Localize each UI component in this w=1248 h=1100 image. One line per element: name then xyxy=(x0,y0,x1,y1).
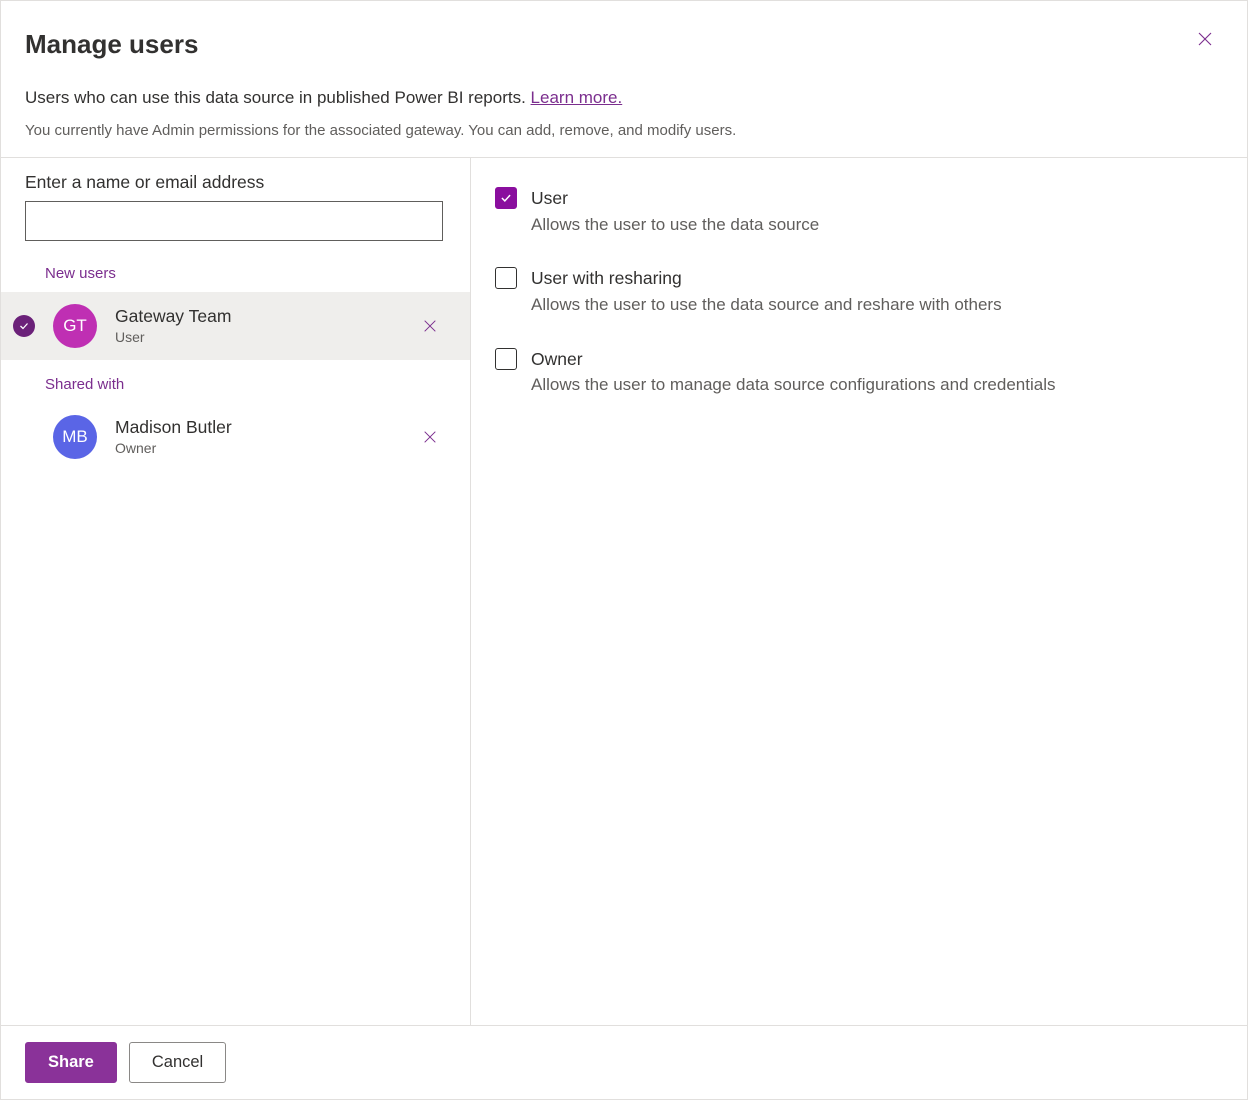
input-section: Enter a name or email address xyxy=(1,158,470,249)
role-option-user: User Allows the user to use the data sou… xyxy=(495,186,1223,236)
dialog-header: Manage users Users who can use this data… xyxy=(1,1,1247,158)
remove-user-button[interactable] xyxy=(414,310,446,342)
dialog-footer: Share Cancel xyxy=(1,1025,1247,1099)
name-input[interactable] xyxy=(25,201,443,241)
left-panel: Enter a name or email address New users … xyxy=(1,158,471,1025)
new-users-section-label: New users xyxy=(1,249,470,292)
user-role: User xyxy=(115,328,414,346)
user-row[interactable]: GT Gateway Team User xyxy=(1,292,470,360)
role-title: User with resharing xyxy=(531,266,1223,291)
user-info: Gateway Team User xyxy=(115,306,414,346)
role-text: Owner Allows the user to manage data sou… xyxy=(531,347,1223,397)
role-text: User Allows the user to use the data sou… xyxy=(531,186,1223,236)
close-icon xyxy=(422,318,438,334)
role-checkbox[interactable] xyxy=(495,348,517,370)
shared-with-section-label: Shared with xyxy=(1,360,470,403)
role-option-user-resharing: User with resharing Allows the user to u… xyxy=(495,266,1223,316)
role-title: User xyxy=(531,186,1223,211)
description-text: Users who can use this data source in pu… xyxy=(25,88,531,107)
right-panel: User Allows the user to use the data sou… xyxy=(471,158,1247,1025)
role-title: Owner xyxy=(531,347,1223,372)
role-description: Allows the user to manage data source co… xyxy=(531,373,1223,397)
user-info: Madison Butler Owner xyxy=(115,417,414,457)
dialog-body: Enter a name or email address New users … xyxy=(1,158,1247,1025)
name-input-label: Enter a name or email address xyxy=(25,172,446,193)
role-checkbox[interactable] xyxy=(495,267,517,289)
close-button[interactable] xyxy=(1189,23,1221,55)
role-description: Allows the user to use the data source a… xyxy=(531,293,1223,317)
close-icon xyxy=(1196,30,1214,48)
permission-note: You currently have Admin permissions for… xyxy=(25,122,1223,139)
check-icon xyxy=(499,191,513,205)
close-icon xyxy=(422,429,438,445)
remove-user-button[interactable] xyxy=(414,421,446,453)
dialog-description: Users who can use this data source in pu… xyxy=(25,88,1223,108)
selected-indicator xyxy=(13,315,35,337)
learn-more-link[interactable]: Learn more. xyxy=(531,88,623,107)
check-icon xyxy=(18,320,30,332)
share-button[interactable]: Share xyxy=(25,1042,117,1083)
role-option-owner: Owner Allows the user to manage data sou… xyxy=(495,347,1223,397)
avatar: GT xyxy=(53,304,97,348)
dialog-title: Manage users xyxy=(25,29,1223,60)
user-row[interactable]: MB Madison Butler Owner xyxy=(1,403,470,471)
user-name: Gateway Team xyxy=(115,306,414,328)
user-role: Owner xyxy=(115,439,414,457)
role-text: User with resharing Allows the user to u… xyxy=(531,266,1223,316)
cancel-button[interactable]: Cancel xyxy=(129,1042,226,1083)
avatar: MB xyxy=(53,415,97,459)
user-name: Madison Butler xyxy=(115,417,414,439)
role-checkbox[interactable] xyxy=(495,187,517,209)
manage-users-dialog: Manage users Users who can use this data… xyxy=(0,0,1248,1100)
role-description: Allows the user to use the data source xyxy=(531,213,1223,237)
